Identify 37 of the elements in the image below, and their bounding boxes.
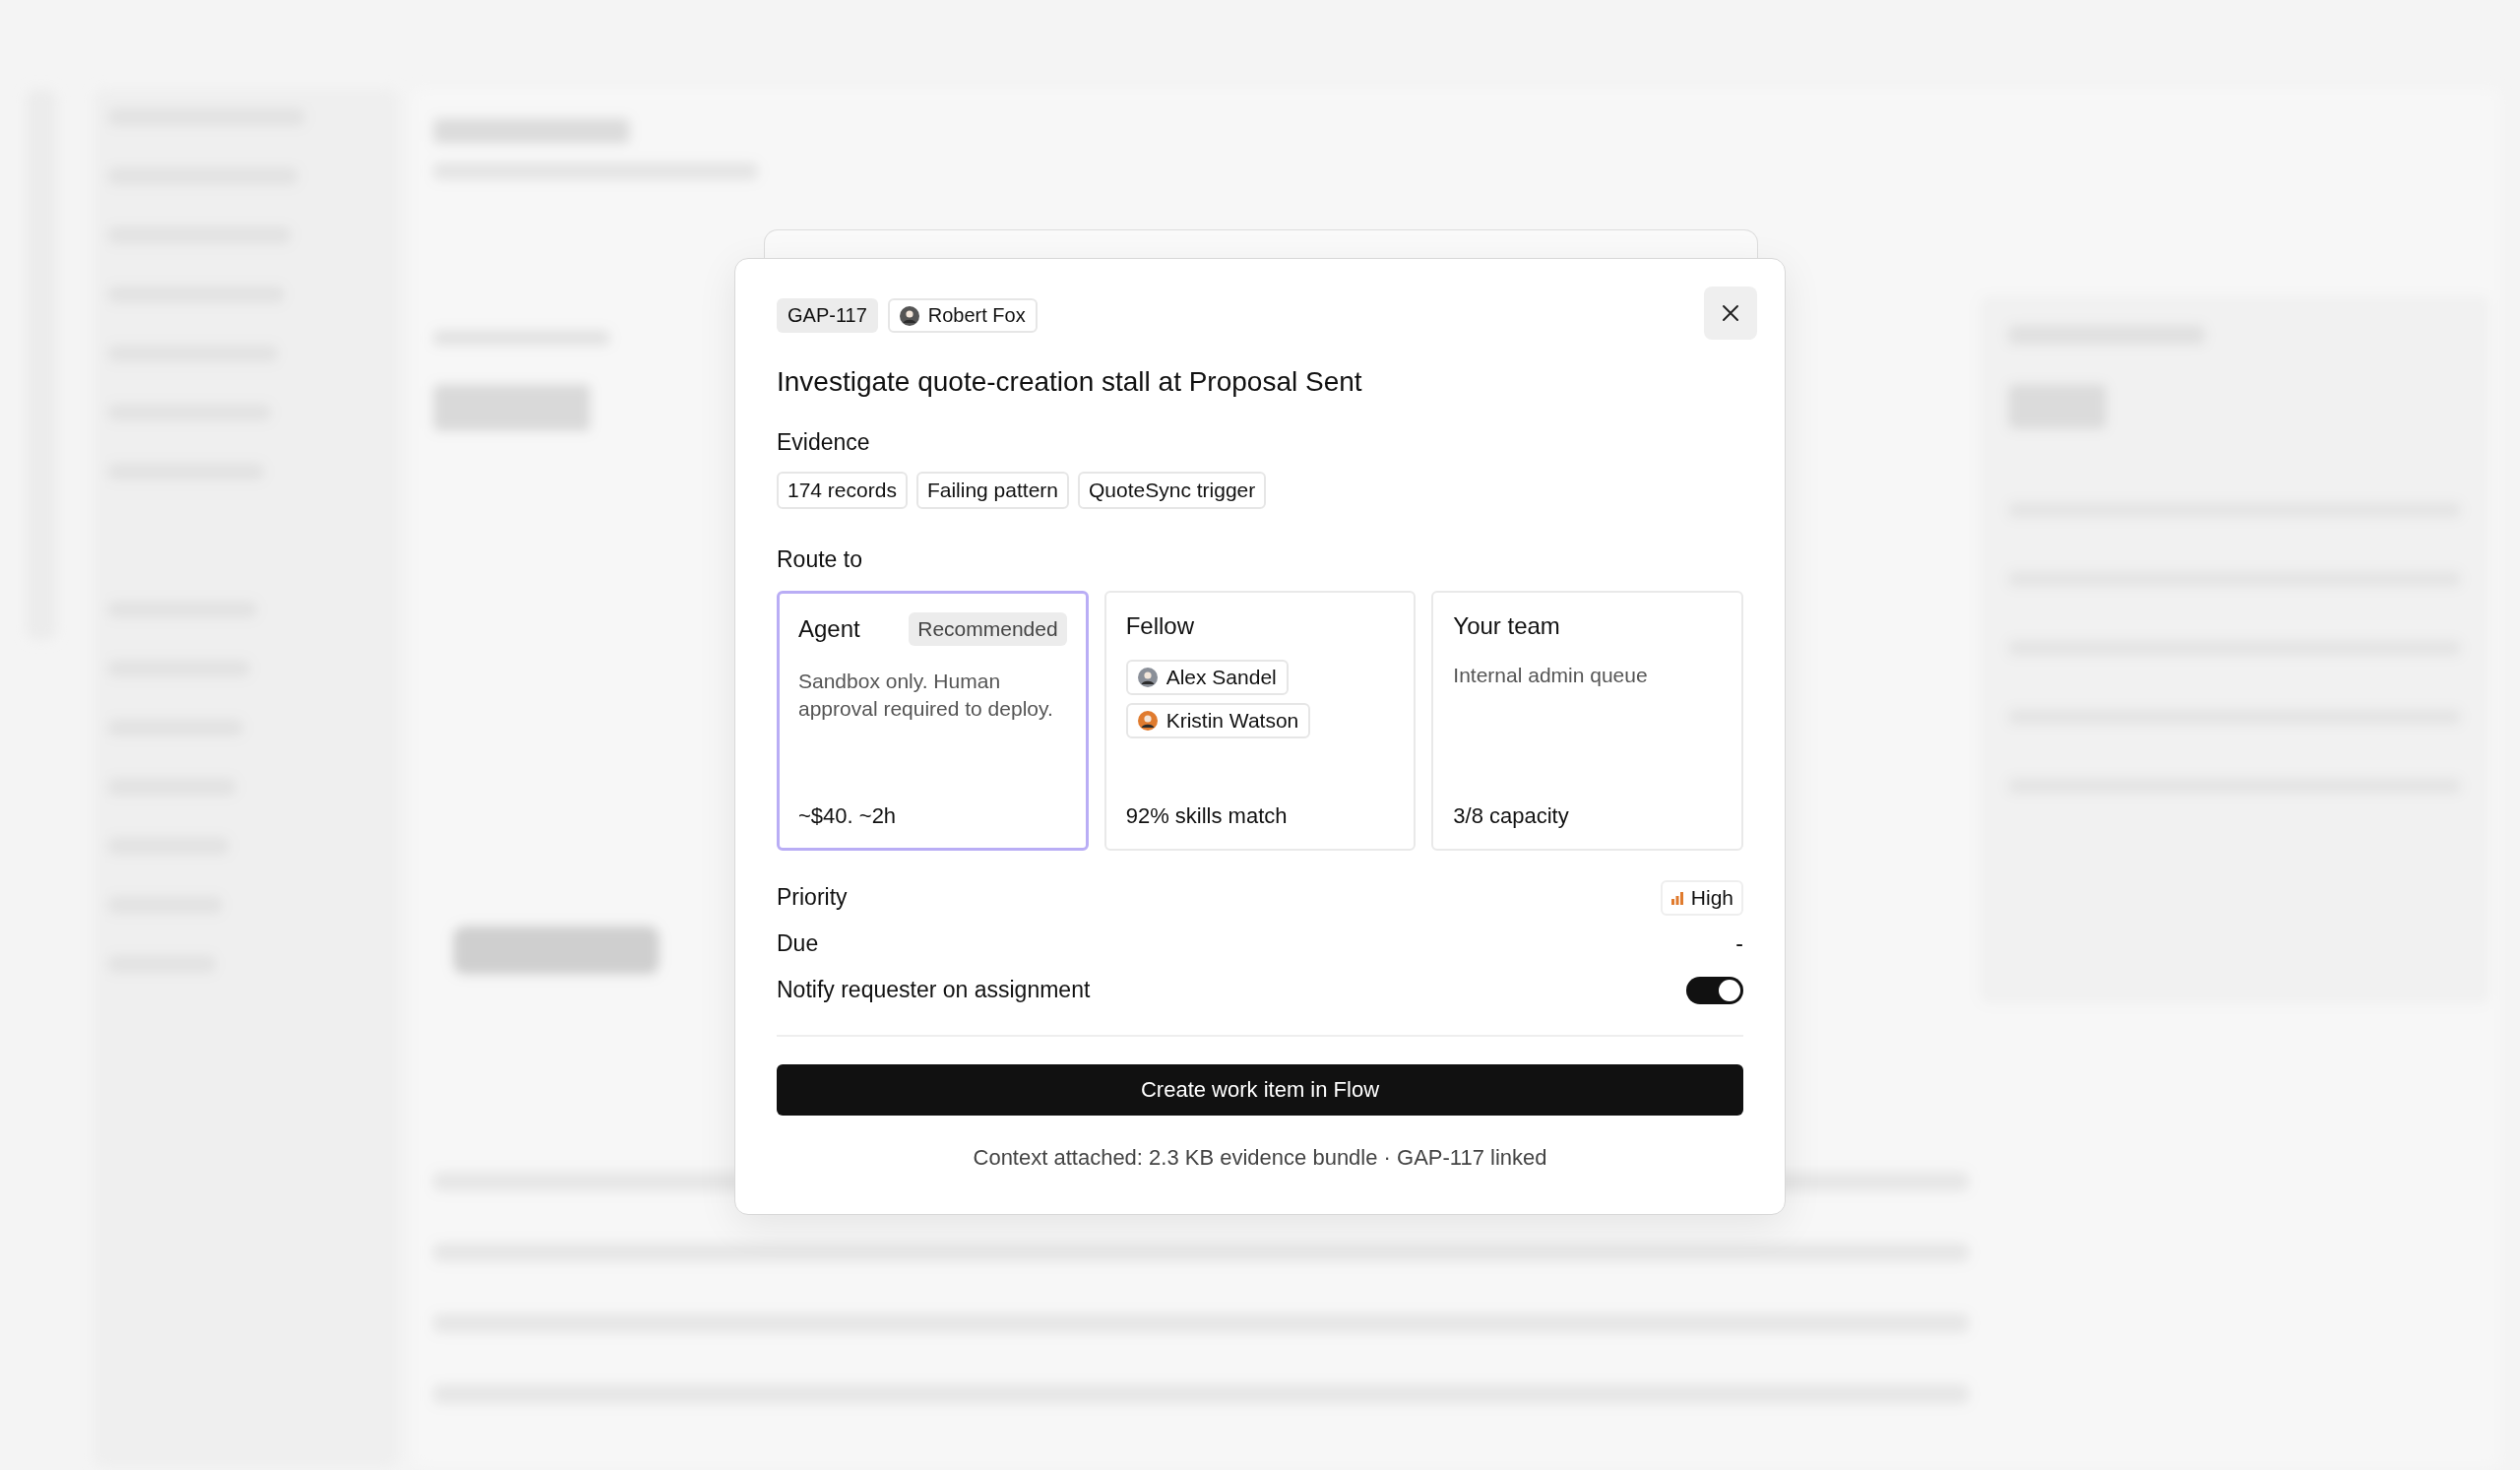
person-name: Alex Sandel (1166, 666, 1277, 689)
priority-selector[interactable]: High (1660, 879, 1743, 916)
notify-toggle[interactable] (1686, 976, 1743, 1004)
context-note: Context attached: 2.3 KB evidence bundle · GAP-117 linked (972, 1145, 1548, 1171)
person-chip[interactable]: Kristin Watson (1125, 703, 1311, 738)
person-name: Kristin Watson (1166, 709, 1299, 733)
evidence-chip: Failing pattern (915, 472, 1069, 509)
due-label: Due (777, 930, 819, 957)
section-label: Evidence (777, 429, 870, 456)
owner-name: Robert Fox (927, 304, 1026, 327)
option-title: Agent (798, 615, 860, 643)
priority-label: Priority (777, 884, 848, 911)
close-icon (1721, 303, 1740, 323)
avatar-icon (899, 305, 919, 326)
dialog-title: Investigate quote-creation stall at Proposal Sent (777, 366, 1363, 398)
option-description: Sandbox only. Human approval required to deploy. (798, 669, 1054, 722)
issue-tag: GAP-117 (777, 298, 878, 333)
notify-label: Notify requester on assignment (777, 977, 1091, 1003)
close-button[interactable] (1704, 287, 1757, 340)
option-description: Internal admin queue (1453, 663, 1649, 688)
option-title: Fellow (1125, 612, 1194, 640)
create-work-item-button[interactable]: Create work item in Flow (777, 1064, 1743, 1116)
evidence-chip: 174 records (777, 472, 908, 509)
option-title: Your team (1453, 612, 1560, 640)
person-chip[interactable]: Alex Sandel (1125, 660, 1289, 695)
section-label: Route to (777, 546, 862, 573)
route-option-card[interactable]: Agent Recommended Sandbox only. Human approval required to deploy. ~$40. ~2h (777, 591, 1089, 851)
route-option-card[interactable]: Fellow Alex Sandel Kristin Watson 92% skills match (1103, 591, 1417, 851)
due-value[interactable]: - (1735, 930, 1743, 957)
owner-chip[interactable]: Robert Fox (887, 298, 1038, 333)
option-footer: 92% skills match (1125, 803, 1395, 829)
option-footer: ~$40. ~2h (798, 803, 1067, 829)
priority-bars-icon (1670, 890, 1684, 905)
recommended-badge: Recommended (909, 612, 1067, 646)
option-footer: 3/8 capacity (1453, 803, 1722, 829)
evidence-chip: QuoteSync trigger (1078, 472, 1267, 509)
route-option-card[interactable]: Your team Internal admin queue 3/8 capacity (1431, 591, 1743, 851)
